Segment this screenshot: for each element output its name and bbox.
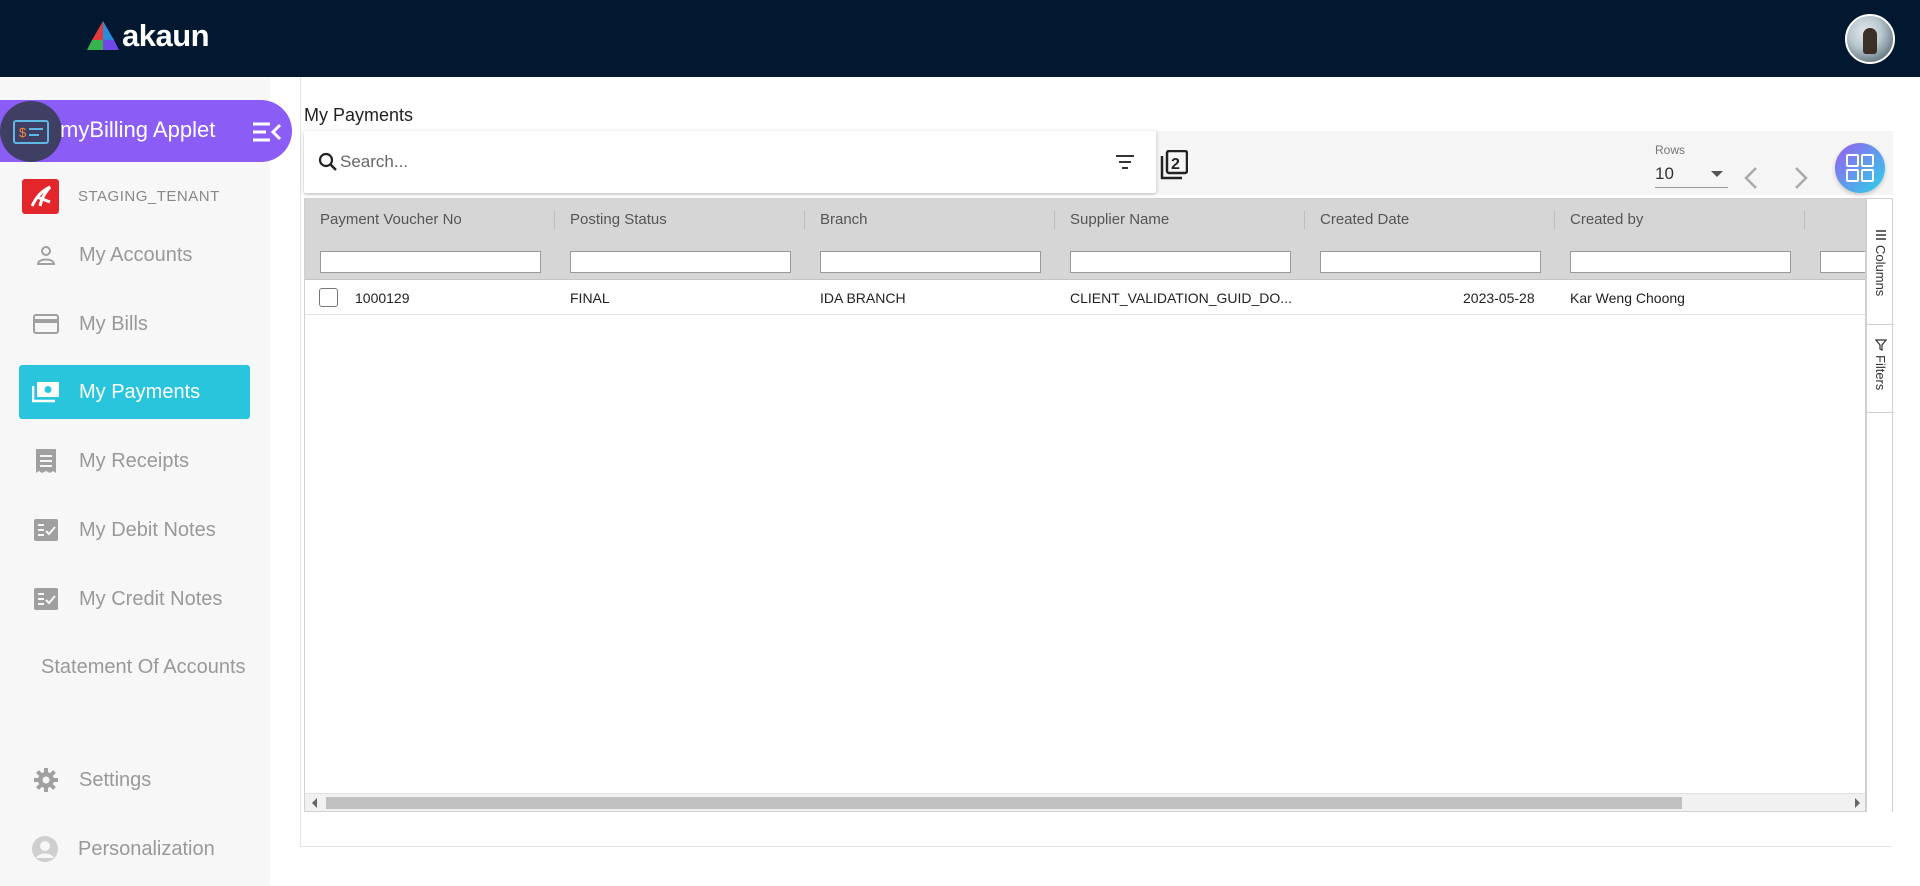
sidebar-item-my-credit-notes[interactable]: My Credit Notes	[19, 572, 250, 626]
column-separator[interactable]	[1054, 211, 1055, 229]
payments-icon	[32, 378, 60, 406]
scrollbar-thumb[interactable]	[326, 797, 1682, 809]
filters-tab[interactable]: Filters	[1867, 325, 1894, 413]
applet-icon[interactable]: $	[0, 101, 62, 162]
column-separator[interactable]	[804, 211, 805, 229]
column-header-payment-voucher-no[interactable]: Payment Voucher No	[320, 211, 462, 228]
horizontal-scrollbar[interactable]	[305, 793, 1865, 811]
copy-badge-icon[interactable]: 2	[1160, 150, 1188, 180]
tenant-logo	[22, 179, 59, 214]
user-avatar[interactable]	[1845, 14, 1895, 64]
chevron-right-icon[interactable]	[1793, 165, 1809, 191]
filter-next-column[interactable]	[1820, 251, 1865, 273]
filters-tab-label: Filters	[1873, 355, 1888, 391]
tool-panel-sidebar: Columns Filters	[1866, 198, 1894, 812]
payments-table: Payment Voucher No Posting Status Branch…	[304, 198, 1866, 812]
svg-text:$: $	[19, 125, 27, 140]
sidebar-item-label: My Payments	[79, 380, 201, 403]
search-input[interactable]	[340, 149, 1080, 175]
sidebar-item-label: My Debit Notes	[79, 518, 216, 541]
sidebar-item-my-debit-notes[interactable]: My Debit Notes	[19, 503, 250, 557]
row-checkbox[interactable]	[319, 288, 338, 307]
grid-view-icon	[1846, 154, 1874, 182]
page-title: My Payments	[304, 105, 414, 125]
rows-per-page-select[interactable]: 10	[1655, 160, 1728, 188]
checklist-icon	[32, 585, 60, 613]
table-filter-row	[305, 240, 1865, 280]
chevron-left-icon[interactable]	[1743, 165, 1759, 191]
sidebar-item-statement-of-accounts[interactable]: Statement Of Accounts	[41, 656, 246, 679]
akaun-logo-mark-icon	[87, 21, 119, 50]
column-header-created-by[interactable]: Created by	[1570, 211, 1643, 228]
menu-collapse-icon[interactable]	[252, 121, 282, 143]
brand-name: akaun	[122, 18, 210, 53]
cell-supplier-name: CLIENT_VALIDATION_GUID_DO...	[1070, 290, 1292, 306]
copy-badge-count: 2	[1171, 156, 1180, 173]
column-separator[interactable]	[1554, 211, 1555, 229]
sidebar-item-label: My Receipts	[79, 449, 190, 472]
cell-payment-voucher-no: 1000129	[355, 290, 410, 306]
cell-posting-status: FINAL	[570, 290, 610, 306]
sidebar-item-personalization[interactable]: Personalization	[19, 822, 250, 876]
cell-branch: IDA BRANCH	[820, 290, 906, 306]
top-bar: akaun	[0, 0, 1920, 77]
search-box	[304, 131, 1156, 193]
sidebar-item-settings[interactable]: Settings	[19, 753, 250, 807]
person-icon	[32, 241, 60, 269]
account-circle-icon	[31, 835, 59, 863]
billing-icon: $	[13, 119, 49, 144]
credit-card-icon	[32, 310, 60, 338]
filter-payment-voucher-no[interactable]	[320, 251, 541, 273]
filter-posting-status[interactable]	[570, 251, 791, 273]
tenant-logo-icon	[30, 185, 51, 207]
sidebar-item-my-bills[interactable]: My Bills	[19, 297, 250, 351]
column-header-posting-status[interactable]: Posting Status	[570, 211, 667, 228]
akaun-logo[interactable]: akaun	[86, 18, 210, 54]
tenant-name: STAGING_TENANT	[78, 188, 220, 205]
receipt-icon	[32, 447, 60, 475]
search-icon	[318, 152, 337, 171]
filter-supplier-name[interactable]	[1070, 251, 1291, 273]
funnel-icon	[1874, 339, 1887, 351]
gear-icon	[32, 766, 60, 794]
sidebar-item-label: Settings	[79, 768, 152, 791]
cell-created-by: Kar Weng Choong	[1570, 290, 1685, 306]
column-separator[interactable]	[554, 211, 555, 229]
sidebar-item-label: My Credit Notes	[79, 587, 223, 610]
sidebar-item-my-payments[interactable]: My Payments	[19, 365, 250, 419]
scroll-right-icon[interactable]	[1855, 798, 1860, 808]
tenant-selector[interactable]: STAGING_TENANT	[22, 179, 220, 214]
filter-created-by[interactable]	[1570, 251, 1791, 273]
column-separator[interactable]	[1804, 211, 1805, 229]
applet-title: myBilling Applet	[60, 117, 216, 142]
column-header-supplier-name[interactable]: Supplier Name	[1070, 211, 1169, 228]
column-header-created-date[interactable]: Created Date	[1320, 211, 1409, 228]
checklist-icon	[32, 516, 60, 544]
filter-created-date[interactable]	[1320, 251, 1541, 273]
table-row[interactable]: 1000129 FINAL IDA BRANCH CLIENT_VALIDATI…	[305, 281, 1865, 315]
column-separator[interactable]	[1304, 211, 1305, 229]
sidebar-item-label: My Bills	[79, 312, 148, 335]
sidebar-item-my-accounts[interactable]: My Accounts	[19, 228, 250, 282]
rows-label: Rows	[1655, 143, 1686, 157]
grid-view-button[interactable]	[1835, 143, 1885, 193]
columns-tab-label: Columns	[1873, 245, 1888, 297]
filter-icon[interactable]	[1114, 153, 1136, 171]
columns-icon	[1875, 230, 1886, 240]
columns-tab[interactable]: Columns	[1867, 223, 1894, 325]
sidebar-item-label: Personalization	[78, 837, 215, 860]
table-header: Payment Voucher No Posting Status Branch…	[305, 199, 1865, 240]
sidebar-item-my-receipts[interactable]: My Receipts	[19, 434, 250, 488]
sidebar-item-label: My Accounts	[79, 243, 193, 266]
cell-created-date: 2023-05-28	[1463, 290, 1535, 306]
column-header-branch[interactable]: Branch	[820, 211, 868, 228]
filter-branch[interactable]	[820, 251, 1041, 273]
dropdown-caret-icon	[1711, 171, 1723, 177]
scroll-left-icon[interactable]	[312, 798, 317, 808]
rows-per-page-value: 10	[1655, 164, 1674, 183]
